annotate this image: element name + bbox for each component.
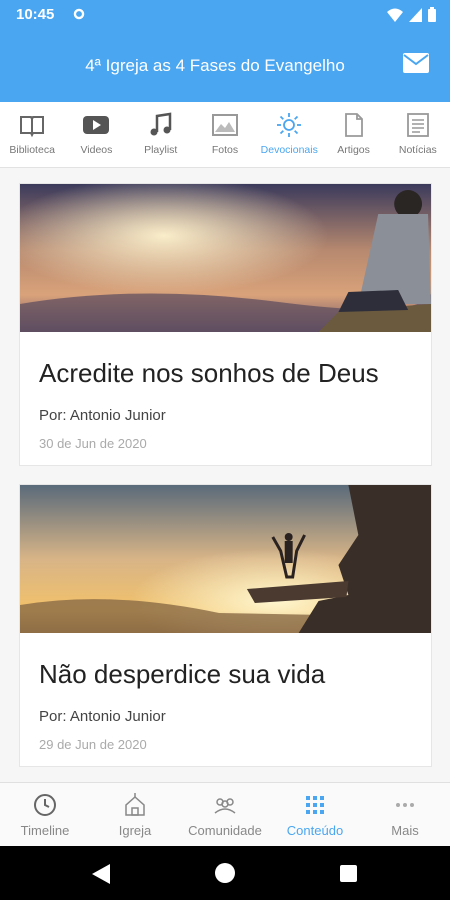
tab-label: Videos (80, 144, 113, 156)
nav-label: Conteúdo (286, 823, 344, 838)
book-icon (20, 116, 45, 138)
nav-label: Mais (391, 823, 419, 838)
tab-artigos[interactable]: Artigos (321, 102, 385, 167)
people-icon (214, 798, 236, 814)
tab-label: Devocionais (260, 144, 318, 156)
status-bar: 10:45 (0, 0, 450, 28)
tab-devocionais[interactable]: Devocionais (257, 102, 321, 167)
tab-biblioteca[interactable]: Biblioteca (0, 102, 64, 167)
tab-noticias[interactable]: Notícias (386, 102, 450, 167)
nav-label: Comunidade (188, 823, 262, 838)
status-time: 10:45 (16, 6, 55, 23)
devotional-list: Acredite nos sonhos de Deus Por: Antonio… (0, 168, 450, 782)
nav-timeline[interactable]: Timeline (0, 783, 90, 846)
category-tabs: Biblioteca Videos Playlist Fotos Devocio… (0, 102, 450, 168)
tab-videos[interactable]: Videos (64, 102, 128, 167)
nav-igreja[interactable]: Igreja (90, 783, 180, 846)
clock-icon (34, 794, 56, 816)
nav-comunidade[interactable]: Comunidade (180, 783, 270, 846)
back-icon[interactable] (92, 864, 110, 884)
system-icons (387, 7, 436, 22)
tab-label: Artigos (337, 144, 370, 156)
tab-label: Biblioteca (9, 144, 55, 156)
play-icon (83, 116, 110, 134)
page-title: 4ª Igreja as 4 Fases do Evangelho (85, 56, 345, 75)
tab-label: Notícias (398, 144, 437, 156)
sunset-woman-image (20, 184, 431, 332)
music-note-icon (150, 112, 171, 136)
system-navigation-bar (0, 846, 450, 900)
tab-playlist[interactable]: Playlist (129, 102, 193, 167)
more-icon (396, 803, 414, 807)
news-icon (406, 113, 429, 137)
mail-icon[interactable] (402, 52, 430, 74)
document-icon (344, 113, 363, 137)
nav-label: Timeline (20, 823, 70, 838)
church-icon (125, 793, 145, 816)
wifi-icon (387, 8, 403, 22)
devotional-title: Não desperdice sua vida (39, 659, 326, 689)
sun-icon (277, 113, 302, 137)
battery-icon (428, 7, 436, 22)
grid-icon (306, 796, 324, 814)
tab-label: Fotos (211, 144, 239, 156)
devotional-card[interactable]: Acredite nos sonhos de Deus Por: Antonio… (19, 183, 432, 466)
tab-label: Playlist (144, 144, 178, 156)
nav-mais[interactable]: Mais (360, 783, 450, 846)
devotional-title: Acredite nos sonhos de Deus (39, 358, 379, 388)
tab-fotos[interactable]: Fotos (193, 102, 257, 167)
nav-label: Igreja (118, 823, 152, 838)
recent-apps-icon[interactable] (340, 865, 357, 882)
home-icon[interactable] (215, 863, 235, 883)
nav-conteudo[interactable]: Conteúdo (270, 783, 360, 846)
signal-icon (409, 7, 422, 22)
devotional-author: Por: Antonio Junior (39, 708, 166, 725)
photo-icon (211, 114, 238, 136)
devotional-date: 30 de Jun de 2020 (39, 436, 147, 451)
sunset-man-cliff-image (20, 485, 431, 633)
settings-gear-icon (73, 8, 85, 20)
devotional-author: Por: Antonio Junior (39, 407, 166, 424)
devotional-date: 29 de Jun de 2020 (39, 737, 147, 752)
bottom-nav: Timeline Igreja Comunidade Conteúdo Mais (0, 782, 450, 846)
app-bar: 4ª Igreja as 4 Fases do Evangelho (0, 28, 450, 102)
devotional-card[interactable]: Não desperdice sua vida Por: Antonio Jun… (19, 484, 432, 767)
